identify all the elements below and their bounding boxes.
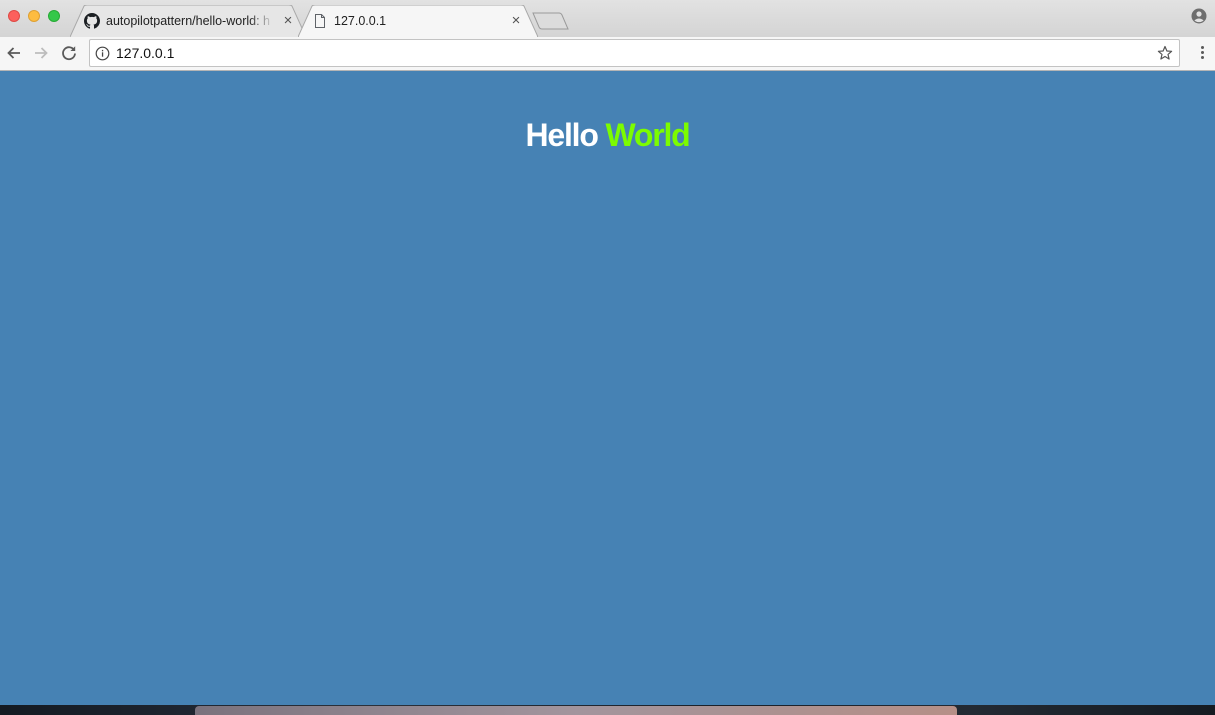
tab-title: 127.0.0.1 (334, 14, 387, 28)
close-window-button[interactable] (8, 10, 20, 22)
tab-close-icon[interactable]: × (508, 13, 524, 29)
address-bar[interactable]: 127.0.0.1 (89, 39, 1180, 67)
star-icon[interactable] (1157, 45, 1173, 61)
reload-icon[interactable] (60, 44, 78, 62)
tab-strip: autopilotpattern/hello-world: h × 127.0.… (0, 0, 1215, 37)
github-icon (84, 13, 100, 29)
three-dots-menu-icon[interactable] (1199, 45, 1205, 61)
heading-hello: Hello (525, 117, 598, 153)
forward-arrow-icon[interactable] (32, 44, 50, 62)
profile-icon[interactable] (1191, 8, 1207, 24)
tab-close-icon[interactable]: × (280, 13, 296, 29)
minimize-window-button[interactable] (28, 10, 40, 22)
page-viewport: Hello World (0, 71, 1215, 705)
dock (195, 706, 957, 715)
back-arrow-icon[interactable] (5, 44, 23, 62)
tab-localhost[interactable]: 127.0.0.1 × (298, 5, 538, 37)
document-icon (315, 14, 325, 28)
hello-world-heading: Hello World (0, 115, 1215, 155)
heading-world: World (605, 117, 690, 153)
zoom-window-button[interactable] (48, 10, 60, 22)
url-text[interactable]: 127.0.0.1 (116, 45, 174, 62)
tab-github[interactable]: autopilotpattern/hello-world: h × (70, 5, 306, 37)
browser-toolbar: 127.0.0.1 (0, 37, 1215, 71)
info-icon[interactable] (95, 46, 110, 61)
tab-title: autopilotpattern/hello-world: h (106, 14, 270, 28)
